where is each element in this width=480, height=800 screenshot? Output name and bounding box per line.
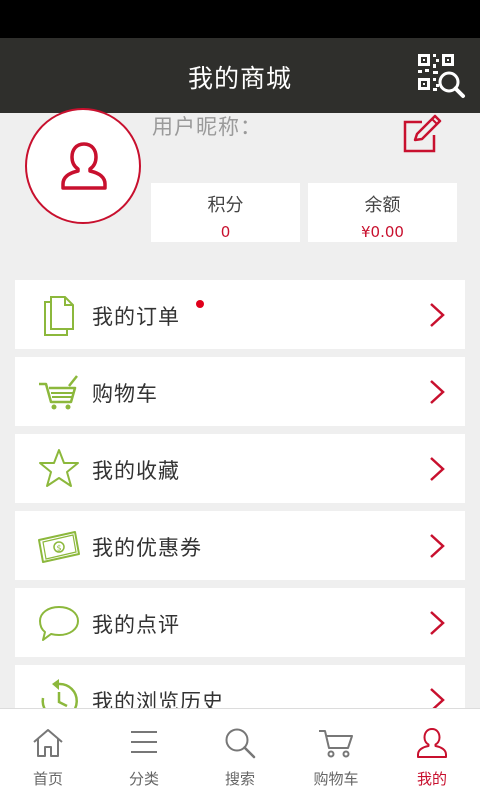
shopping-cart-icon — [39, 375, 78, 410]
menu-list: 我的订单 购物车 我的收藏 $ 我的优惠券 我的点评 我的浏览历史 — [15, 280, 465, 742]
edit-profile-button[interactable] — [400, 113, 442, 155]
user-avatar-icon — [61, 142, 107, 190]
search-icon — [225, 728, 256, 759]
balance-value: ¥0.00 — [361, 223, 404, 241]
tab-label: 购物车 — [313, 770, 359, 788]
balance-label: 余额 — [364, 195, 401, 216]
edit-icon — [403, 114, 442, 153]
points-label: 积分 — [207, 195, 244, 216]
tab-mine[interactable]: 我的 — [384, 709, 480, 800]
menu-item-coupons[interactable]: $ 我的优惠券 — [15, 511, 465, 580]
tab-label: 分类 — [128, 770, 159, 788]
tab-label: 我的 — [416, 770, 447, 788]
tab-label: 首页 — [32, 770, 63, 788]
list-icon — [131, 731, 157, 753]
menu-item-reviews[interactable]: 我的点评 — [15, 588, 465, 657]
order-document-icon — [44, 296, 74, 336]
menu-item-label: 我的订单 — [92, 305, 180, 329]
status-bar — [0, 0, 480, 38]
tab-cart[interactable]: 购物车 — [288, 709, 384, 800]
coupon-icon: $ — [38, 531, 80, 563]
notification-dot — [196, 300, 204, 308]
points-value: 0 — [220, 223, 231, 241]
home-icon — [33, 729, 63, 757]
title-bar: 我的商城 — [0, 38, 480, 113]
points-box[interactable]: 积分 0 — [151, 183, 300, 242]
menu-item-orders[interactable]: 我的订单 — [15, 280, 465, 349]
bottom-tab-bar: 首页 分类 搜索 购物车 我的 — [0, 708, 480, 800]
menu-item-label: 我的收藏 — [92, 459, 180, 483]
balance-box[interactable]: 余额 ¥0.00 — [308, 183, 457, 242]
star-icon — [39, 449, 79, 487]
tab-category[interactable]: 分类 — [96, 709, 192, 800]
chevron-right-icon — [430, 303, 445, 327]
qr-scan-icon — [418, 54, 465, 98]
speech-bubble-icon — [39, 606, 79, 641]
menu-item-label: 我的点评 — [92, 613, 180, 637]
menu-item-favorites[interactable]: 我的收藏 — [15, 434, 465, 503]
svg-text:$: $ — [57, 544, 62, 553]
avatar[interactable] — [25, 108, 141, 224]
nickname-label: 用户昵称： — [152, 115, 262, 139]
menu-item-label: 我的优惠券 — [92, 536, 202, 560]
chevron-right-icon — [430, 457, 445, 481]
tab-search[interactable]: 搜索 — [192, 709, 288, 800]
profile-section: 用户昵称： 积分 0 余额 ¥0.00 — [0, 108, 480, 263]
cart-icon — [319, 730, 353, 758]
tab-home[interactable]: 首页 — [0, 709, 96, 800]
chevron-right-icon — [430, 380, 445, 404]
page-title: 我的商城 — [187, 64, 292, 93]
user-icon — [417, 728, 447, 758]
chevron-right-icon — [430, 611, 445, 635]
menu-item-label: 购物车 — [92, 382, 158, 406]
chevron-right-icon — [430, 534, 445, 558]
tab-label: 搜索 — [224, 770, 255, 788]
qr-scan-button[interactable] — [416, 52, 466, 100]
menu-item-cart[interactable]: 购物车 — [15, 357, 465, 426]
